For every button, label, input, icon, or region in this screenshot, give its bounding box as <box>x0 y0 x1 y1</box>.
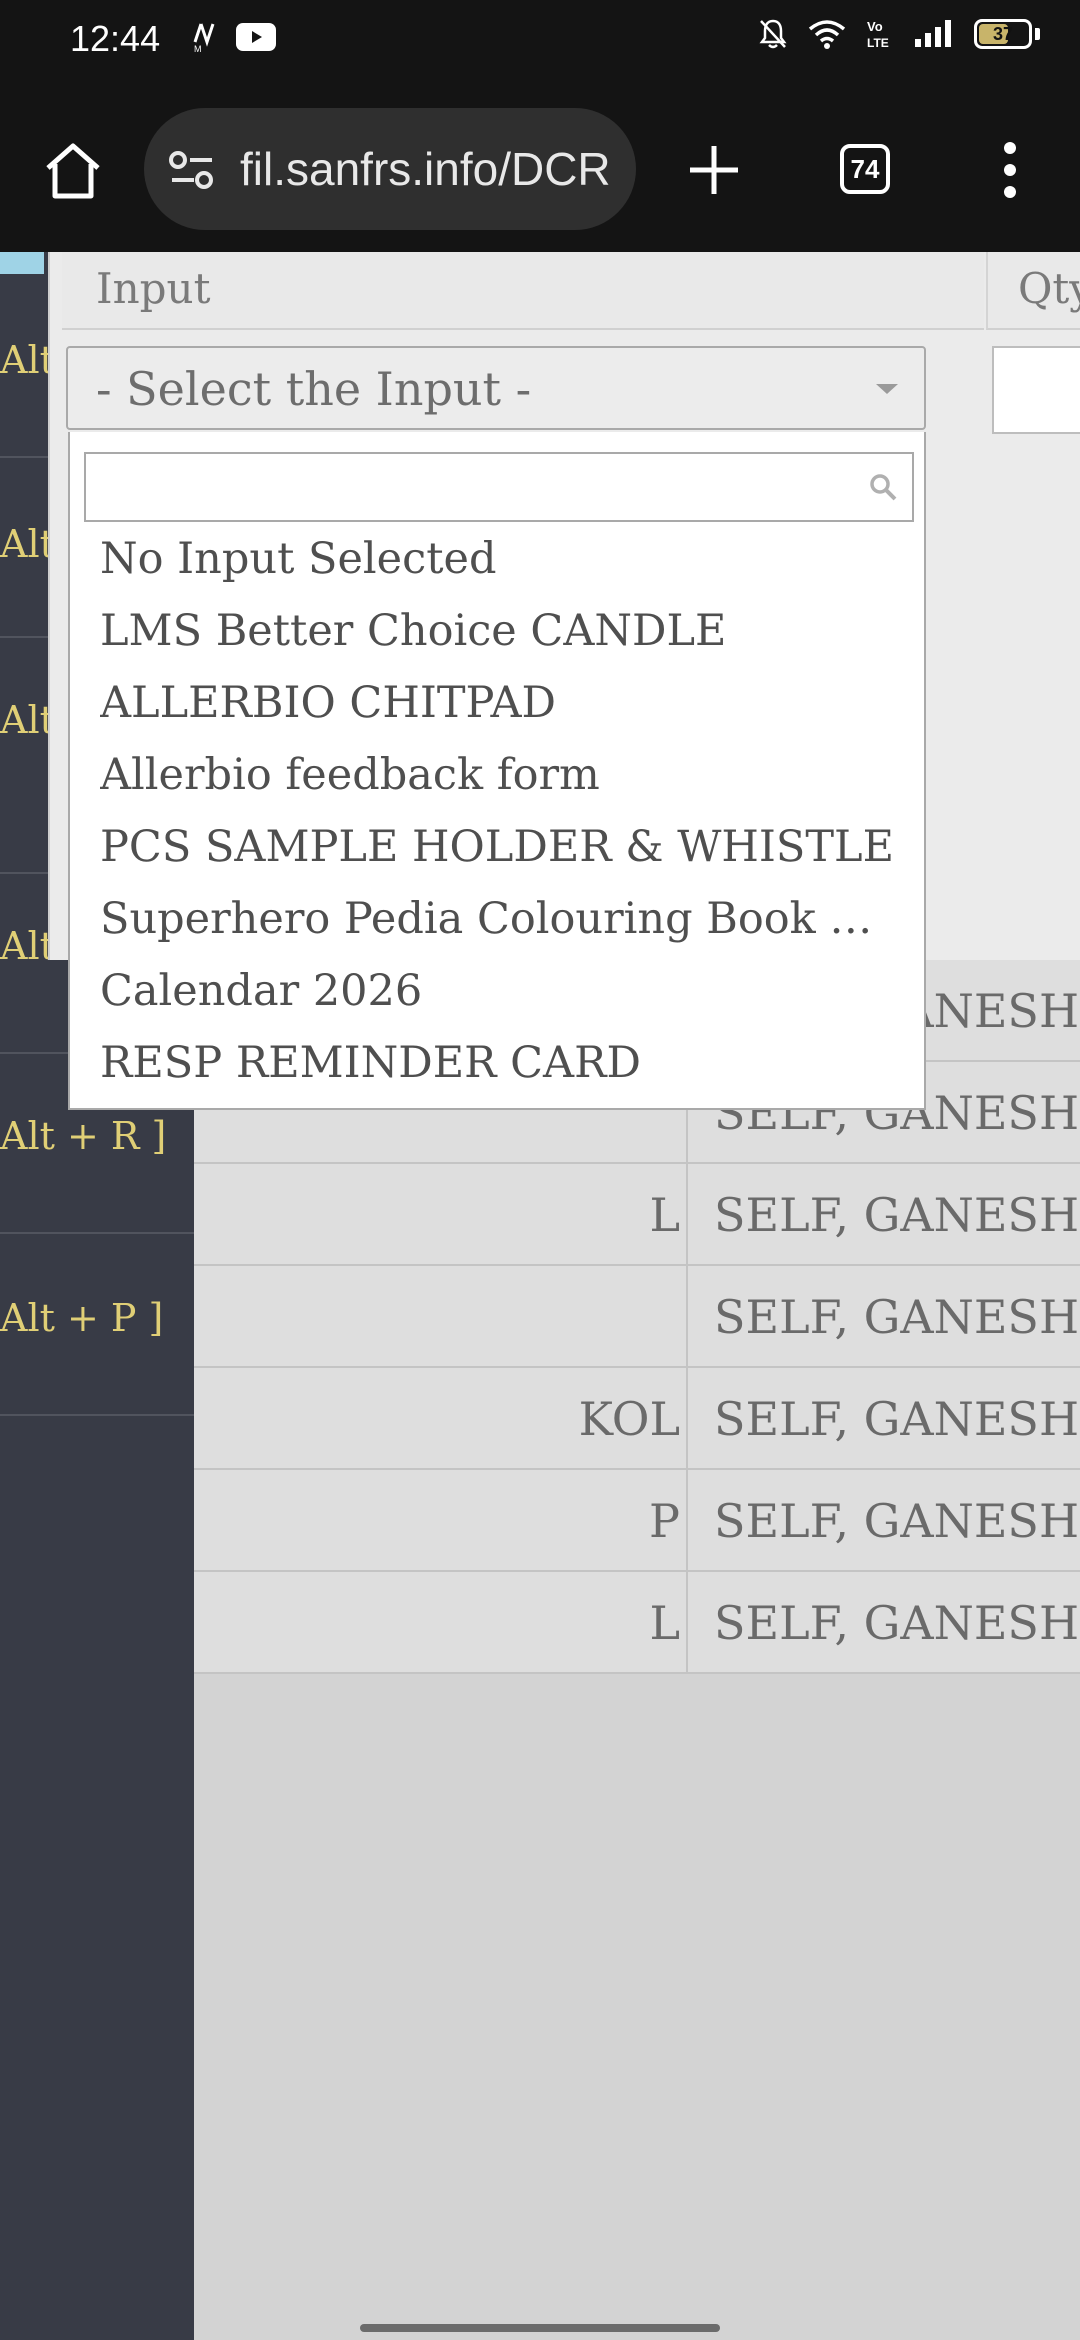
url-text[interactable]: fil.sanfrs.info/DCR <box>240 142 610 196</box>
dropdown-search-input[interactable] <box>84 452 914 522</box>
tab-count: 74 <box>850 153 880 184</box>
dropdown-option[interactable]: Allerbio feedback form <box>100 740 910 810</box>
search-icon <box>870 474 897 501</box>
dropdown-option[interactable]: PCS SAMPLE HOLDER & WHISTLE <box>100 812 910 882</box>
svg-text:LTE: LTE <box>867 36 889 50</box>
dropdown-option[interactable]: LMS Better Choice CANDLE <box>100 596 910 666</box>
table-row[interactable]: L SELF, GANESH V <box>194 1164 1080 1266</box>
table-row[interactable]: L SELF, GANESH V <box>194 1572 1080 1674</box>
column-header-qty: Qty <box>986 252 1080 330</box>
qty-input[interactable] <box>992 346 1080 434</box>
dropdown-option[interactable]: No Input Selected <box>100 524 910 594</box>
svg-text:Vo: Vo <box>867 19 883 34</box>
tab-switcher-button[interactable]: 74 <box>840 144 890 194</box>
status-bar: 12:44 M Vo LTE 37 <box>0 0 1080 84</box>
dropdown-option[interactable]: Calendar 2026 <box>100 956 910 1026</box>
page-content: Alt Alt Alt Alt + Alt + R ] Alt + P ] SE… <box>0 252 1080 2340</box>
home-icon[interactable] <box>40 138 106 204</box>
table-row[interactable]: P SELF, GANESH V <box>194 1470 1080 1572</box>
dropdown-option[interactable]: RESP REMINDER CARD <box>100 1028 910 1098</box>
volte-icon: Vo LTE <box>867 19 889 50</box>
sidebar-item-6[interactable]: Alt + P ] <box>0 1234 194 1416</box>
svg-text:M: M <box>194 44 202 54</box>
youtube-icon <box>236 23 276 51</box>
status-time: 12:44 <box>70 18 161 59</box>
chevron-down-icon <box>876 384 898 394</box>
wifi-icon <box>808 20 846 49</box>
signal-icon <box>915 20 951 47</box>
table-row[interactable]: SELF, GANESH V <box>194 1266 1080 1368</box>
dropdown-option[interactable]: Superhero Pedia Colouring Book & cr... <box>100 884 910 954</box>
mute-bell-icon <box>759 19 787 49</box>
gesture-handle[interactable] <box>360 2324 720 2332</box>
news-icon: M <box>193 23 215 54</box>
select-dropdown: No Input Selected LMS Better Choice CAND… <box>68 432 926 1110</box>
address-bar[interactable]: fil.sanfrs.info/DCR <box>144 108 636 230</box>
select-value: - Select the Input - <box>96 362 532 416</box>
battery-icon: 37 <box>974 19 1032 49</box>
browser-toolbar: fil.sanfrs.info/DCR 74 <box>0 84 1080 252</box>
more-menu-icon[interactable] <box>996 140 1024 200</box>
battery-level: 37 <box>992 23 1014 44</box>
new-tab-icon[interactable] <box>686 142 742 198</box>
column-header-input: Input <box>62 252 984 330</box>
site-settings-icon[interactable] <box>168 148 216 192</box>
input-select[interactable]: - Select the Input - <box>66 346 926 430</box>
dropdown-option[interactable]: ALLERBIO CHITPAD <box>100 668 910 738</box>
table-row[interactable]: KOL SELF, GANESH V <box>194 1368 1080 1470</box>
